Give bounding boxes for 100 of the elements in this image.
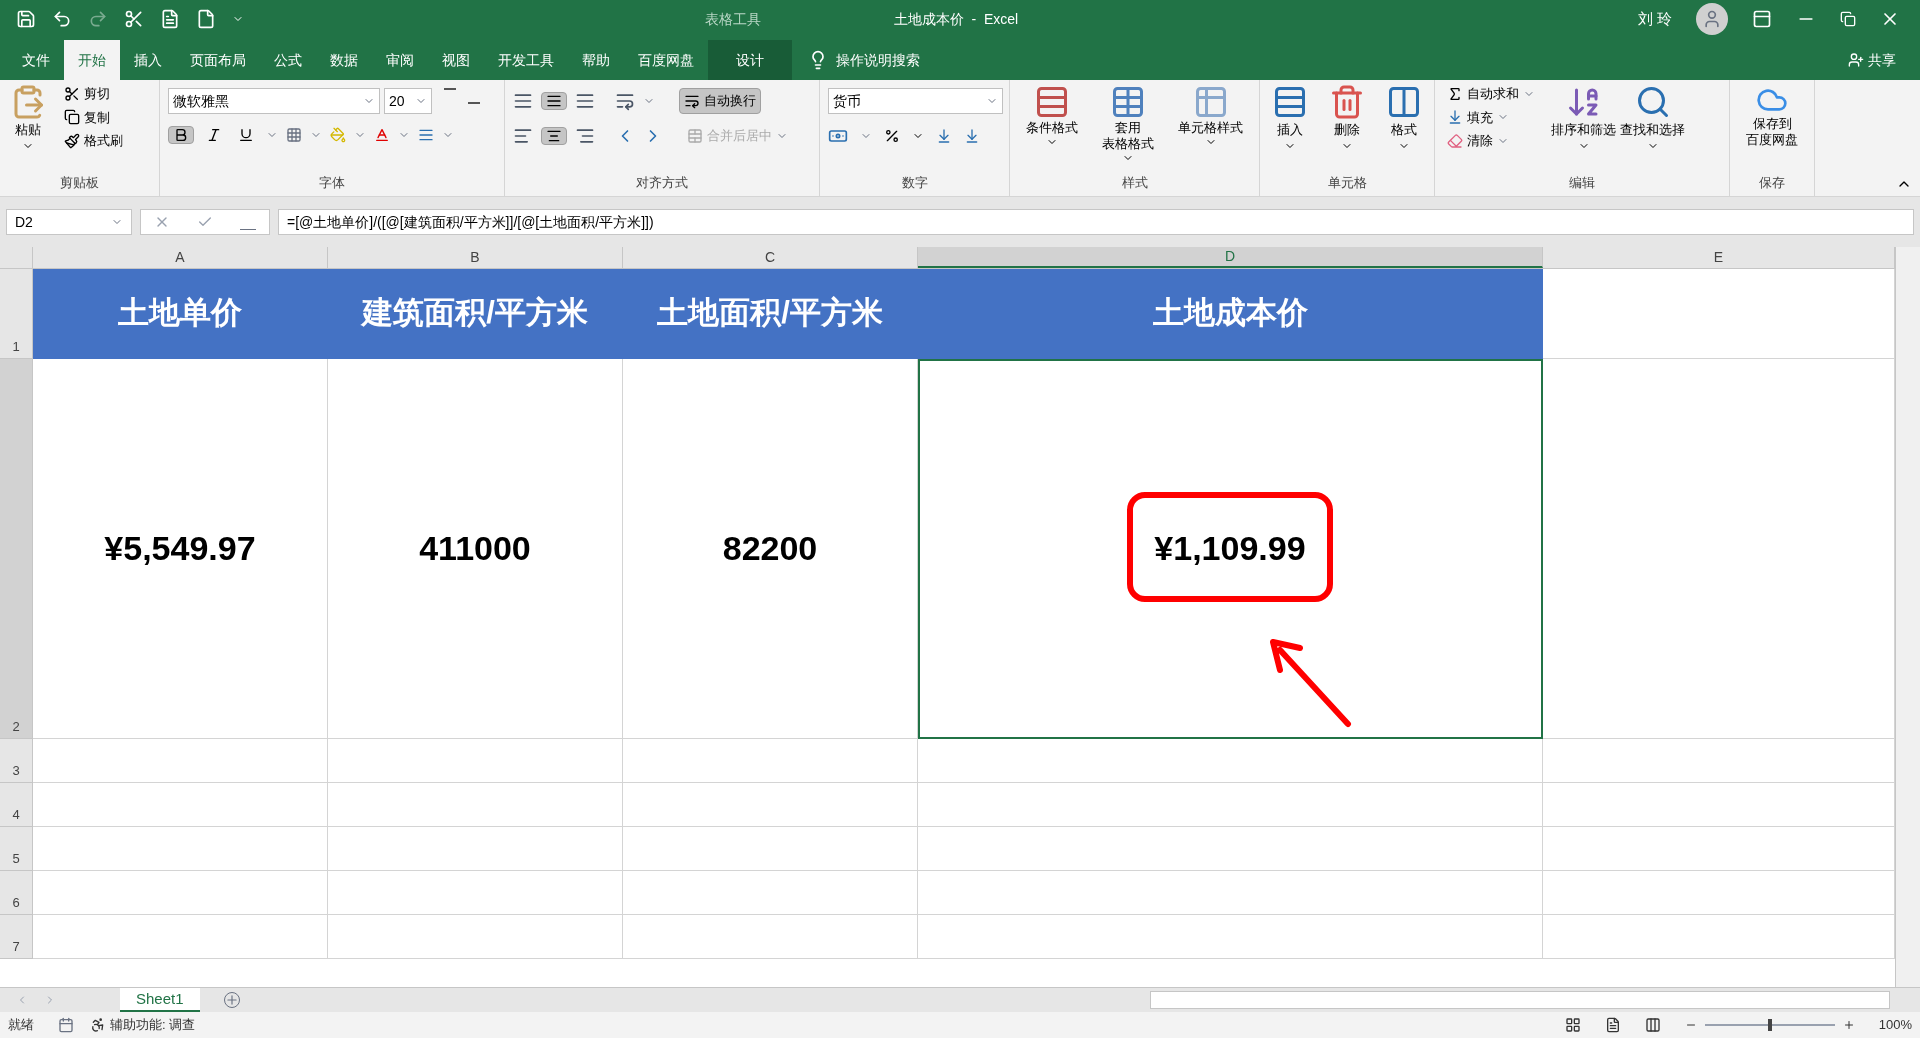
align-middle-icon [546, 93, 562, 109]
align-center-button[interactable] [541, 127, 567, 145]
ribbon-tab[interactable]: 开发工具 [484, 40, 568, 80]
zoom-in-icon[interactable] [1842, 1019, 1855, 1031]
row-header[interactable]: 1 [0, 269, 33, 359]
style-button[interactable]: 条件格式 [1026, 84, 1078, 173]
vertical-scrollbar[interactable] [1895, 247, 1920, 987]
column-header[interactable]: B [328, 247, 623, 268]
group-label: 剪贴板 [60, 174, 99, 190]
table-cell: 82200 [623, 359, 918, 739]
accessibility-status[interactable]: 辅助功能: 调查 [110, 1015, 196, 1035]
row-header[interactable]: 7 [0, 915, 33, 959]
copy-button[interactable]: 复制 [60, 107, 127, 127]
group-label: 保存 [1759, 174, 1785, 190]
number-format-field[interactable]: 货币 [828, 88, 1003, 114]
save-icon[interactable] [16, 9, 36, 29]
format-painter-button[interactable]: 格式刷 [60, 131, 127, 151]
column-header[interactable]: A [33, 247, 328, 268]
group-label: 字体 [319, 174, 345, 190]
ribbon-display-icon[interactable] [1752, 9, 1772, 29]
align-left-icon[interactable] [513, 126, 533, 146]
scissors-icon [64, 85, 80, 102]
sort-filter-button[interactable]: 排序和筛选 [1551, 84, 1616, 173]
row-header[interactable]: 5 [0, 827, 33, 871]
ribbon-tab[interactable]: 百度网盘 [624, 40, 708, 80]
horizontal-scrollbar[interactable] [1150, 991, 1890, 1009]
cut-button[interactable]: 剪切 [60, 84, 127, 104]
ribbon-tab[interactable]: 设计 [708, 40, 792, 80]
ribbon-tab[interactable]: 帮助 [568, 40, 624, 80]
style-button[interactable]: 单元格样式 [1178, 84, 1243, 173]
autosum-button[interactable]: 自动求和 [1443, 84, 1539, 104]
fill-button[interactable]: 填充 [1443, 107, 1539, 127]
align-right-icon[interactable] [575, 126, 595, 146]
normal-view-icon[interactable] [1564, 1017, 1581, 1033]
row-header[interactable]: 4 [0, 783, 33, 827]
print-preview-icon[interactable] [160, 9, 180, 29]
ribbon-tab[interactable]: 公式 [260, 40, 316, 80]
table-cell: 411000 [328, 359, 623, 739]
fill-color-icon[interactable] [330, 127, 346, 143]
restore-icon[interactable] [1840, 11, 1856, 27]
font-size-field[interactable]: 20 [384, 88, 432, 114]
percent-icon[interactable] [884, 128, 900, 144]
share-button[interactable]: 共享 [1868, 49, 1896, 71]
sheet-tab[interactable]: Sheet1 [120, 988, 200, 1012]
ribbon-tab[interactable]: 数据 [316, 40, 372, 80]
header-cell: 建筑面积/平方米 [328, 269, 623, 359]
table-cell: ¥5,549.97 [33, 359, 328, 739]
ribbon-tab[interactable]: 视图 [428, 40, 484, 80]
bold-icon [173, 127, 189, 143]
align-bottom-icon[interactable] [575, 91, 595, 111]
tell-me-field[interactable]: 操作说明搜索 [836, 49, 920, 71]
header-cell: 土地单价 [33, 269, 328, 359]
zoom-slider[interactable] [1704, 1019, 1835, 1031]
font-name-field[interactable]: 微软雅黑 [168, 88, 380, 114]
cell-button[interactable]: 删除 [1329, 84, 1365, 173]
cell-button[interactable]: 插入 [1272, 84, 1309, 173]
header-cell: 土地面积/平方米 [623, 269, 918, 359]
font-color-icon[interactable] [374, 127, 390, 143]
sigma-icon [1447, 85, 1463, 102]
column-header[interactable]: D [918, 247, 1543, 268]
group-label: 样式 [1121, 174, 1148, 190]
bold-button[interactable] [168, 126, 194, 144]
row-header[interactable]: 6 [0, 871, 33, 915]
slider-thumb[interactable] [1767, 1019, 1772, 1031]
cell-button[interactable]: 格式 [1385, 84, 1422, 173]
user-icon [1702, 9, 1722, 29]
formula-field[interactable]: =[@土地单价]/([@[建筑面积/平方米]]/[@[土地面积/平方米]]) [278, 209, 1914, 235]
page-break-icon[interactable] [1644, 1017, 1661, 1033]
align-middle-button[interactable] [541, 92, 567, 110]
ribbon-tab[interactable]: 插入 [120, 40, 176, 80]
row-header[interactable]: 3 [0, 739, 33, 783]
row-header[interactable]: 2 [0, 359, 33, 739]
zoom-level[interactable]: 100% [1878, 1015, 1912, 1035]
wrap-text-button[interactable]: 自动换行 [679, 88, 761, 114]
ribbon-tab[interactable]: 文件 [8, 40, 64, 80]
save-to-cloud-button[interactable]: 保存到 百度网盘 [1738, 84, 1806, 173]
user-name: 刘 玲 [1637, 8, 1672, 29]
window-title: 土地成本价 - Excel [893, 10, 1019, 27]
wrap-text-icon [684, 93, 700, 109]
border-icon[interactable] [286, 127, 302, 143]
ribbon-tab[interactable]: 开始 [64, 40, 120, 80]
style-button[interactable]: 套用 表格格式 [1102, 84, 1154, 173]
align-center-icon [546, 128, 562, 144]
scissors-icon[interactable] [124, 9, 144, 29]
group-label: 单元格 [1327, 174, 1367, 190]
ribbon-tab[interactable]: 审阅 [372, 40, 428, 80]
undo-icon[interactable] [52, 9, 72, 29]
page-layout-icon[interactable] [1604, 1017, 1621, 1033]
ribbon-tab[interactable]: 页面布局 [176, 40, 260, 80]
eraser-icon [1447, 132, 1463, 149]
avatar[interactable] [1696, 3, 1728, 35]
find-select-button[interactable]: 查找和选择 [1620, 84, 1685, 173]
paintbrush-icon [64, 132, 80, 149]
new-file-icon[interactable] [196, 9, 216, 29]
table-cell: ¥1,109.99 [918, 359, 1543, 739]
clear-button[interactable]: 清除 [1443, 131, 1539, 151]
align-top-icon[interactable] [513, 91, 533, 111]
paste-button[interactable]: 粘贴 [8, 84, 48, 173]
name-box[interactable]: D2 [6, 209, 132, 235]
merge-icon [687, 128, 703, 144]
